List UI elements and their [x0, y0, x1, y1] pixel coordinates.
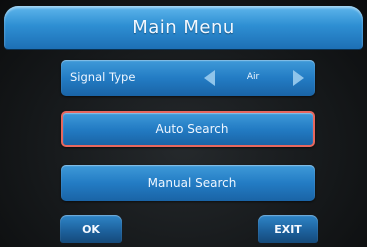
exit-label: EXIT: [274, 222, 302, 236]
ok-button[interactable]: OK: [60, 215, 122, 243]
ok-label: OK: [82, 222, 100, 236]
manual-search-button[interactable]: Manual Search: [61, 165, 315, 201]
manual-search-label: Manual Search: [147, 176, 237, 190]
signal-type-label: Signal Type: [70, 70, 136, 84]
exit-button[interactable]: EXIT: [258, 215, 318, 243]
arrow-left-icon[interactable]: [204, 70, 215, 86]
title-bar: Main Menu: [4, 6, 363, 49]
auto-search-button[interactable]: Auto Search: [61, 111, 315, 147]
arrow-right-icon[interactable]: [293, 70, 304, 86]
page-title: Main Menu: [132, 17, 235, 38]
auto-search-label: Auto Search: [155, 122, 229, 136]
signal-type-selector[interactable]: Signal Type Air: [61, 60, 315, 96]
signal-type-value: Air: [246, 72, 260, 82]
main-menu-screen: Main Menu Signal Type Air Auto Search Ma…: [0, 0, 367, 247]
